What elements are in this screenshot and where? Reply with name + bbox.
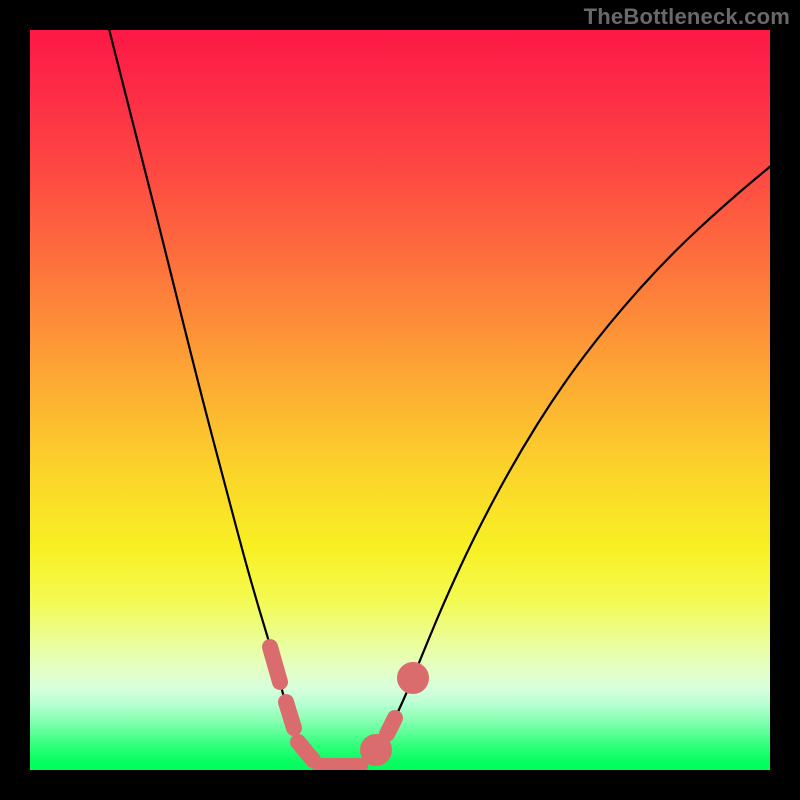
chart-svg — [30, 30, 770, 770]
stage: TheBottleneck.com — [0, 0, 800, 800]
bottleneck-curve — [108, 30, 770, 768]
watermark-text: TheBottleneck.com — [584, 4, 790, 30]
plot-area — [30, 30, 770, 770]
curve-markers — [270, 647, 421, 766]
